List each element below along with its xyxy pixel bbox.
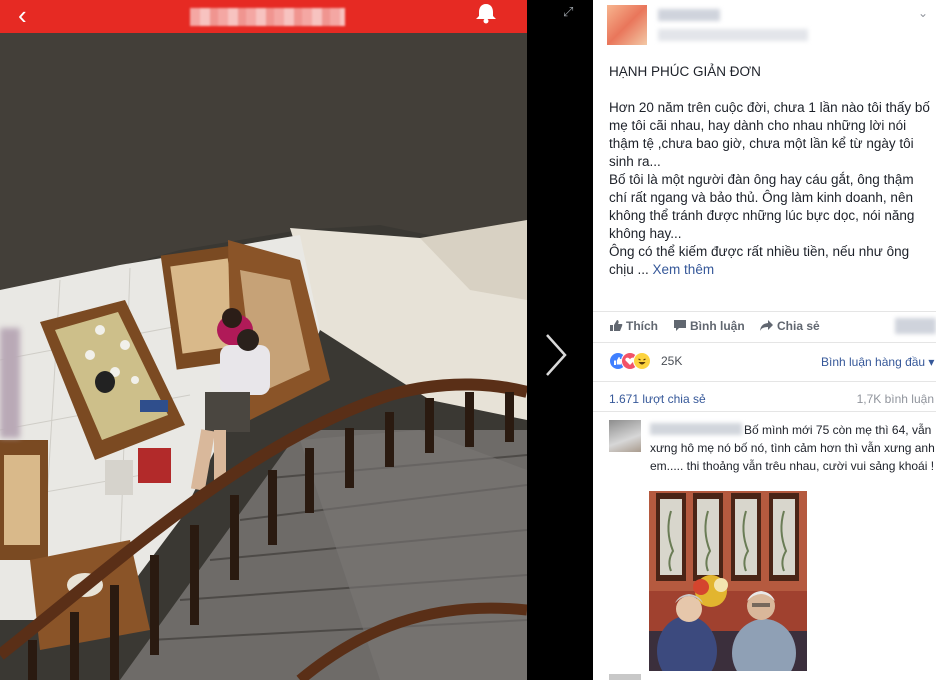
- action-bar: Thích Bình luận Chia sẻ: [593, 311, 936, 343]
- blurred-header-title: [190, 8, 345, 26]
- photo-viewer: ‹ ⤢: [0, 0, 593, 680]
- bell-icon[interactable]: [473, 2, 499, 29]
- post-paragraph: Bố tôi là một người đàn ông hay cáu gắt,…: [609, 172, 915, 241]
- post-stats: 1.671 lượt chia sẻ 1,7K bình luận: [593, 381, 936, 412]
- expand-icon[interactable]: ⤢: [563, 4, 573, 20]
- post-photo[interactable]: [0, 0, 527, 680]
- like-icon: [610, 320, 623, 331]
- comment-order-dropdown[interactable]: Bình luận hàng đầu ▾: [821, 355, 934, 369]
- staircase-photo: [0, 33, 527, 680]
- blurred-avatar: [895, 318, 936, 334]
- post-title: HẠNH PHÚC GIẢN ĐƠN: [609, 64, 761, 79]
- page-avatar[interactable]: [607, 5, 647, 45]
- chevron-down-icon[interactable]: ⌄: [918, 6, 928, 20]
- comment-photo[interactable]: [649, 491, 807, 671]
- blurred-page-name[interactable]: [658, 9, 720, 21]
- like-label: Thích: [626, 319, 658, 333]
- comment-label: Bình luận: [690, 319, 745, 333]
- comment-body: Bố mình mới 75 còn mẹ thì 64, vẫn xưng h…: [650, 421, 936, 475]
- commenter-avatar[interactable]: [609, 420, 641, 452]
- chevron-right-icon[interactable]: [543, 333, 569, 382]
- share-label: Chia sẻ: [777, 319, 820, 333]
- blurred-post-meta: [658, 29, 808, 41]
- blurred-watermark: [0, 328, 20, 438]
- comment-count[interactable]: 1,7K bình luận: [857, 392, 934, 406]
- haha-reaction-icon: [633, 352, 651, 370]
- post-body: HẠNH PHÚC GIẢN ĐƠN Hơn 20 năm trên cuộc …: [609, 63, 933, 279]
- post-details-panel: ⌄ HẠNH PHÚC GIẢN ĐƠN Hơn 20 năm trên cuộ…: [593, 0, 936, 680]
- reaction-count: 25K: [661, 354, 683, 368]
- share-button[interactable]: Chia sẻ: [759, 319, 820, 333]
- share-count-link[interactable]: 1.671 lượt chia sẻ: [609, 392, 706, 406]
- blurred-commenter-name[interactable]: [650, 423, 742, 435]
- comment-icon: [674, 320, 686, 331]
- like-button[interactable]: Thích: [609, 319, 658, 333]
- post-paragraph: Ông có thể kiếm được rất nhiều tiền, nếu…: [609, 243, 933, 279]
- blurred-avatar: [609, 674, 641, 680]
- post-paragraph: Hơn 20 năm trên cuộc đời, chưa 1 lần nào…: [609, 100, 930, 169]
- see-more-link[interactable]: Xem thêm: [653, 262, 715, 277]
- back-arrow-icon[interactable]: ‹: [18, 2, 27, 28]
- comment-button[interactable]: Bình luận: [673, 319, 745, 333]
- couple-photo: [649, 491, 807, 671]
- share-icon: [760, 320, 773, 331]
- app-header-bar: ‹: [0, 0, 527, 33]
